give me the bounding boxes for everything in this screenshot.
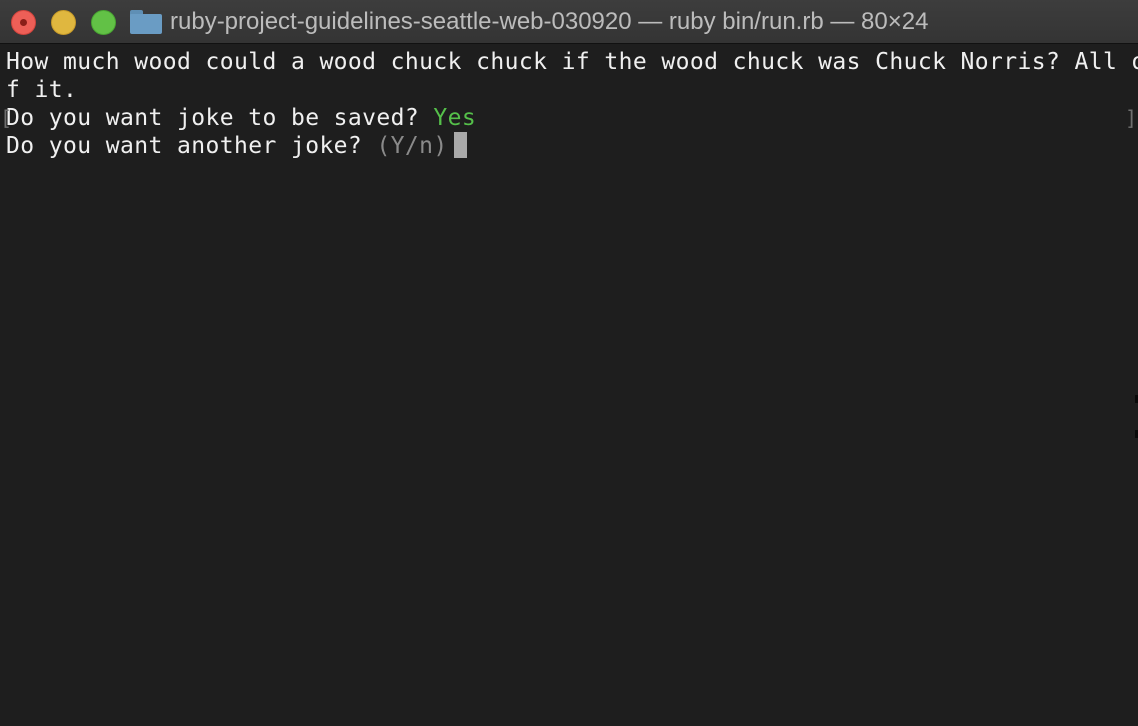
window-title: ruby-project-guidelines-seattle-web-0309… bbox=[130, 6, 928, 38]
save-answer: Yes bbox=[433, 105, 477, 131]
joke-line-1: How much wood could a wood chuck chuck i… bbox=[6, 49, 1138, 75]
save-prompt-line: Do you want joke to be saved? Yes bbox=[6, 104, 1138, 132]
close-button[interactable] bbox=[11, 10, 36, 35]
close-icon bbox=[20, 19, 27, 26]
terminal-output[interactable]: How much wood could a wood chuck chuck i… bbox=[0, 44, 1138, 726]
joke-line-2: f it. bbox=[6, 77, 78, 103]
another-hint: (Y/n) bbox=[376, 133, 448, 159]
mark-bracket-right: ] bbox=[1125, 106, 1138, 130]
title-bar[interactable]: ruby-project-guidelines-seattle-web-0309… bbox=[0, 0, 1138, 44]
minimize-button[interactable] bbox=[51, 10, 76, 35]
another-prompt-line: Do you want another joke? (Y/n) bbox=[6, 132, 1138, 160]
folder-icon bbox=[130, 10, 162, 34]
another-prompt-text: Do you want another joke? bbox=[6, 133, 377, 159]
terminal-window: ruby-project-guidelines-seattle-web-0309… bbox=[0, 0, 1138, 726]
save-prompt-text: Do you want joke to be saved? bbox=[6, 105, 434, 131]
window-title-text: ruby-project-guidelines-seattle-web-0309… bbox=[170, 8, 929, 35]
zoom-button[interactable] bbox=[91, 10, 116, 35]
mark-bracket-left: [ bbox=[0, 106, 13, 130]
text-cursor bbox=[453, 132, 467, 158]
